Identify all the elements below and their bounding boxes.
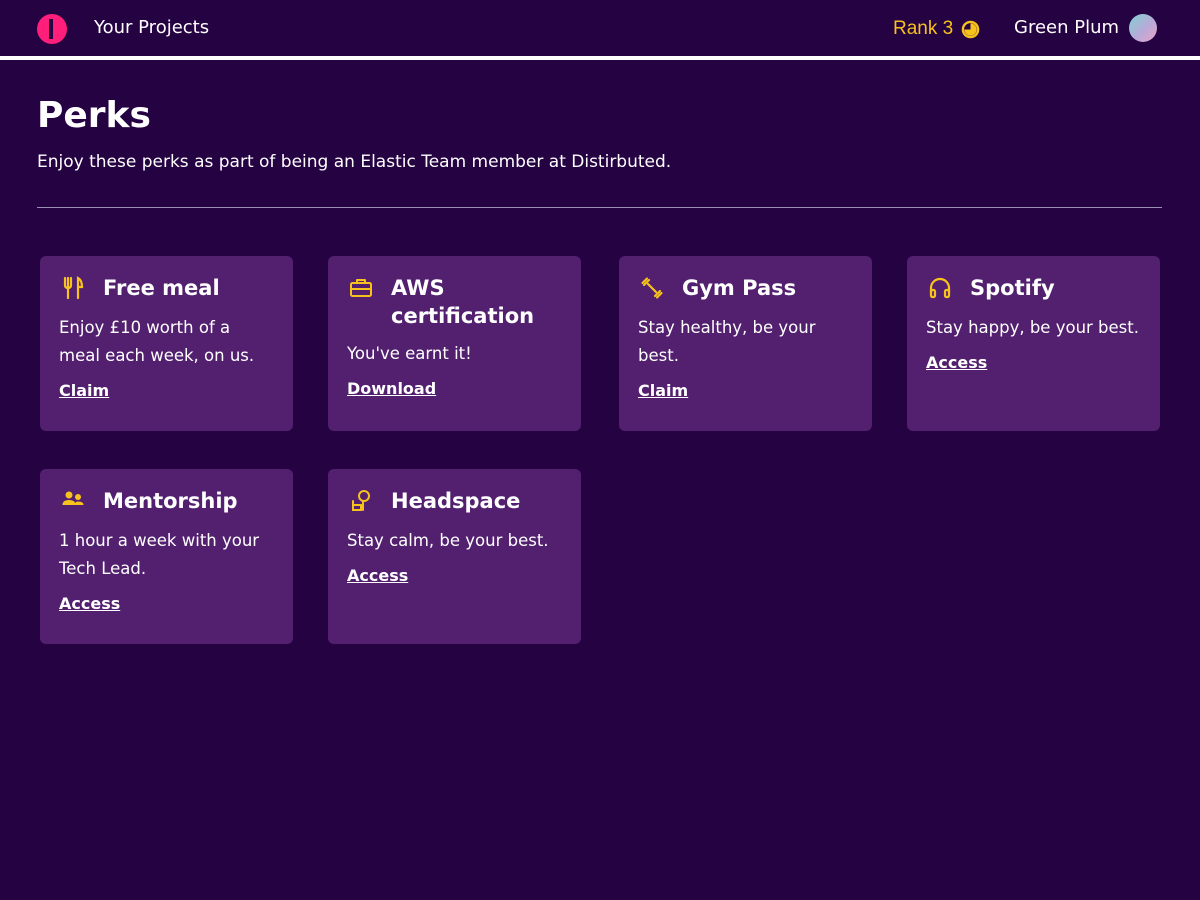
perk-description: Stay healthy, be your best. (638, 318, 816, 365)
perk-card-aws-certification: AWS certification You've earnt it! Downl… (328, 256, 581, 431)
section-divider (37, 207, 1162, 208)
access-mentorship-link[interactable]: Access (59, 594, 120, 614)
top-bar: Your Projects Rank 3 Green Plum (0, 0, 1200, 56)
perk-card-gym-pass: Gym Pass Stay healthy, be your best. Cla… (619, 256, 872, 431)
cutlery-icon (59, 274, 87, 302)
briefcase-icon (347, 274, 375, 302)
claim-free-meal-link[interactable]: Claim (59, 381, 109, 401)
access-spotify-link[interactable]: Access (926, 353, 987, 373)
perk-title: AWS certification (391, 276, 535, 328)
perk-card-mentorship: Mentorship 1 hour a week with your Tech … (40, 469, 293, 644)
download-aws-certification-link[interactable]: Download (347, 379, 436, 399)
brand-logo[interactable] (37, 14, 67, 44)
perk-title: Spotify (970, 276, 1055, 300)
rank-progress-icon (961, 20, 980, 38)
perk-description: Stay happy, be your best. (926, 318, 1139, 337)
perk-card-spotify: Spotify Stay happy, be your best. Access (907, 256, 1160, 431)
logo-mark (49, 19, 53, 39)
perk-card-free-meal: Free meal Enjoy £10 worth of a meal each… (40, 256, 293, 431)
rank-label: Rank 3 (893, 18, 954, 39)
perk-description: 1 hour a week with your Tech Lead. (59, 531, 260, 578)
perk-card-headspace: Headspace Stay calm, be your best. Acces… (328, 469, 581, 644)
headphones-icon (926, 274, 954, 302)
claim-gym-pass-link[interactable]: Claim (638, 381, 688, 401)
perk-description: Stay calm, be your best. (347, 531, 549, 550)
rank-indicator: Rank 3 (893, 18, 980, 40)
perk-description: You've earnt it! (347, 344, 472, 363)
user-menu[interactable]: Green Plum (1014, 14, 1158, 42)
perk-title: Headspace (391, 489, 521, 513)
people-icon (59, 487, 87, 515)
avatar[interactable] (1129, 14, 1158, 42)
user-name: Green Plum (1014, 17, 1120, 38)
dumbbell-icon (638, 274, 666, 302)
access-headspace-link[interactable]: Access (347, 566, 408, 586)
perk-description: Enjoy £10 worth of a meal each week, on … (59, 318, 255, 365)
perk-title: Gym Pass (682, 276, 797, 300)
header-divider (0, 56, 1200, 60)
perk-title: Free meal (103, 276, 220, 300)
meditation-icon (347, 487, 375, 515)
page-title: Perks (37, 95, 151, 136)
perk-title: Mentorship (103, 489, 238, 513)
your-projects-link[interactable]: Your Projects (94, 17, 209, 39)
page-subtitle: Enjoy these perks as part of being an El… (37, 152, 672, 172)
